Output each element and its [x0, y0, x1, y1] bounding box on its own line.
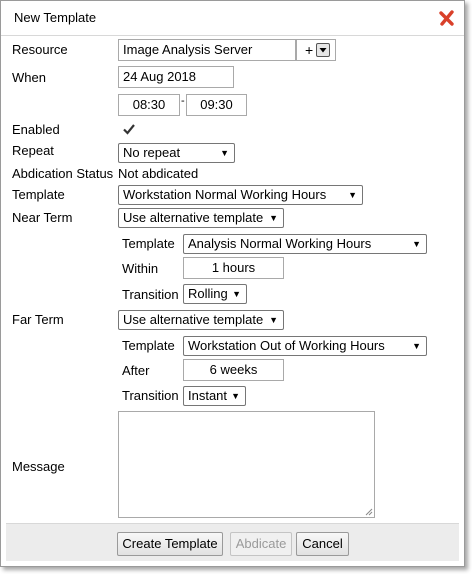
chevron-down-icon: ▼	[231, 391, 240, 401]
template-select[interactable]: Workstation Normal Working Hours ▼	[118, 185, 363, 205]
abdication-status-label: Abdication Status	[12, 166, 114, 181]
near-term-within-field[interactable]: 1 hours	[183, 257, 284, 279]
date-field[interactable]: 24 Aug 2018	[118, 66, 234, 88]
repeat-label: Repeat	[12, 143, 54, 158]
far-term-transition-select[interactable]: Instant ▼	[183, 386, 246, 406]
repeat-select-value: No repeat	[123, 145, 181, 160]
abdicate-button[interactable]: Abdicate	[230, 532, 292, 556]
message-textarea[interactable]	[118, 411, 375, 518]
far-term-template-label: Template	[122, 338, 175, 353]
chevron-down-icon: ▼	[269, 213, 278, 223]
far-term-after-label: After	[122, 363, 150, 378]
enabled-label: Enabled	[12, 122, 60, 137]
near-term-transition-label: Transition	[122, 287, 179, 302]
far-term-after-field[interactable]: 6 weeks	[183, 359, 284, 381]
far-term-mode-value: Use alternative template	[123, 312, 264, 327]
template-label: Template	[12, 187, 65, 202]
resize-grip-icon[interactable]	[365, 508, 373, 516]
near-term-transition-value: Rolling	[188, 286, 228, 301]
new-template-dialog: New Template Resource Image Analysis Ser…	[0, 0, 465, 567]
near-term-mode-value: Use alternative template	[123, 210, 264, 225]
chevron-down-icon: ▼	[269, 315, 278, 325]
end-time-field[interactable]: 09:30	[186, 94, 247, 116]
resource-dropdown-button[interactable]	[316, 43, 330, 57]
chevron-down-icon: ▼	[232, 289, 241, 299]
near-term-template-label: Template	[122, 236, 175, 251]
near-term-transition-select[interactable]: Rolling ▼	[183, 284, 247, 304]
create-template-button[interactable]: Create Template	[117, 532, 223, 556]
far-term-template-value: Workstation Out of Working Hours	[188, 338, 385, 353]
chevron-down-icon: ▼	[348, 190, 357, 200]
dialog-titlebar: New Template	[1, 1, 464, 36]
far-term-mode-select[interactable]: Use alternative template ▼	[118, 310, 284, 330]
resource-add-control[interactable]: +	[296, 39, 336, 61]
resource-field[interactable]: Image Analysis Server	[118, 39, 296, 61]
enabled-checkbox[interactable]	[122, 122, 136, 136]
dialog-title: New Template	[14, 10, 97, 25]
chevron-down-icon: ▼	[412, 341, 421, 351]
near-term-template-select[interactable]: Analysis Normal Working Hours ▼	[183, 234, 427, 254]
cancel-button[interactable]: Cancel	[296, 532, 349, 556]
far-term-transition-label: Transition	[122, 388, 179, 403]
close-icon[interactable]	[438, 9, 456, 27]
when-label: When	[12, 70, 46, 85]
chevron-down-icon: ▼	[220, 148, 229, 158]
abdication-status-value: Not abdicated	[118, 166, 199, 181]
start-time-field[interactable]: 08:30	[118, 94, 180, 116]
chevron-down-icon	[319, 48, 327, 53]
near-term-label: Near Term	[12, 210, 73, 225]
time-separator: -	[181, 95, 185, 107]
dialog-footer: Create Template Abdicate Cancel	[6, 523, 459, 561]
near-term-within-label: Within	[122, 261, 159, 276]
chevron-down-icon: ▼	[412, 239, 421, 249]
near-term-mode-select[interactable]: Use alternative template ▼	[118, 208, 284, 228]
far-term-label: Far Term	[12, 312, 64, 327]
resource-label: Resource	[12, 42, 68, 57]
repeat-select[interactable]: No repeat ▼	[118, 143, 235, 163]
far-term-template-select[interactable]: Workstation Out of Working Hours ▼	[183, 336, 427, 356]
message-label: Message	[12, 459, 65, 474]
far-term-transition-value: Instant	[188, 388, 228, 403]
near-term-template-value: Analysis Normal Working Hours	[188, 236, 372, 251]
template-select-value: Workstation Normal Working Hours	[123, 187, 327, 202]
plus-icon: +	[305, 42, 314, 58]
